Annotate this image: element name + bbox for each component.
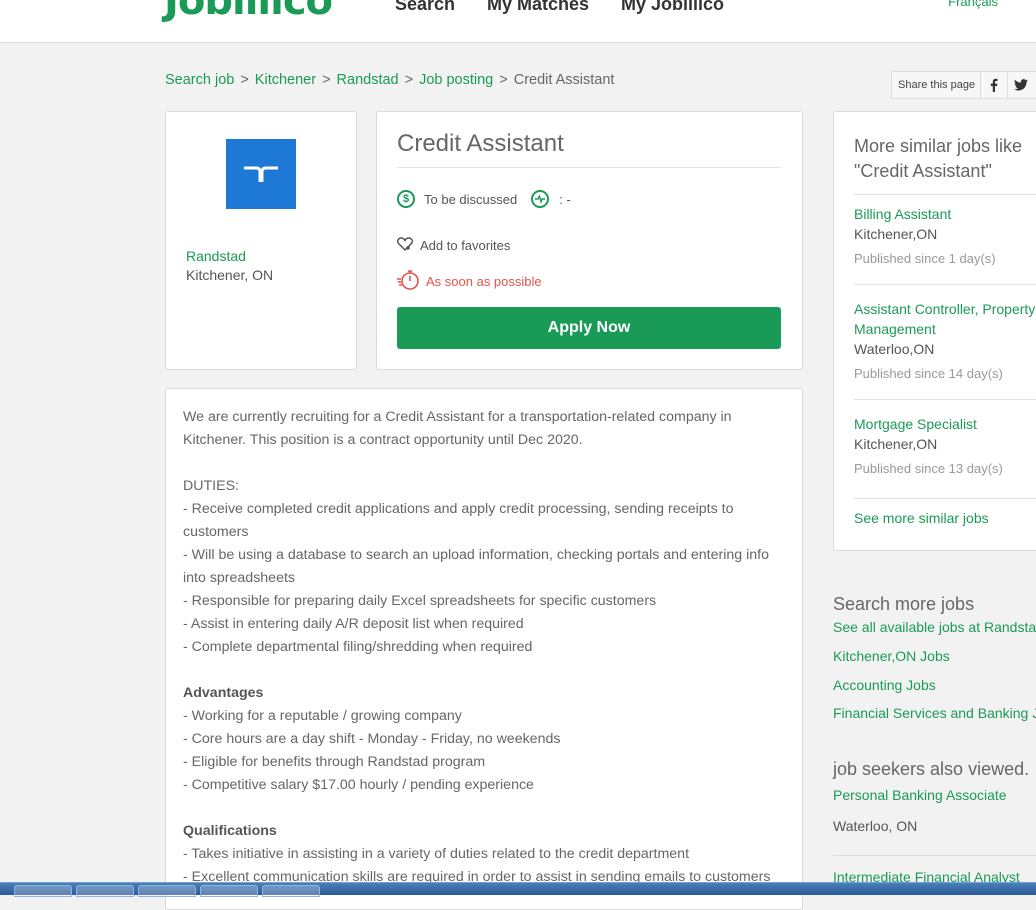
taskbar-app-button[interactable]	[76, 885, 134, 897]
similar-job-title[interactable]: Assistant Controller, Property Managemen…	[854, 299, 1036, 339]
duty-item: - Responsible for preparing daily Excel …	[183, 593, 657, 609]
taskbar-app-button[interactable]	[200, 885, 258, 897]
job-summary-card: Credit Assistant $ To be discussed : - A…	[376, 111, 803, 370]
job-title: Credit Assistant	[397, 130, 564, 157]
job-description-card: We are currently recruiting for a Credit…	[165, 388, 803, 910]
job-description: We are currently recruiting for a Credit…	[183, 406, 783, 889]
search-more-link[interactable]: Accounting Jobs	[833, 677, 936, 693]
job-meta-row: $ To be discussed : -	[397, 190, 571, 208]
search-more-title: Search more jobs	[833, 594, 975, 614]
divider	[854, 498, 1036, 499]
similar-jobs-title: More similar jobs like "Credit Assistant…	[854, 136, 1023, 181]
facebook-icon[interactable]	[980, 72, 1007, 98]
description-intro: We are currently recruiting for a Credit…	[183, 409, 732, 448]
duty-item: - Assist in entering daily A/R deposit l…	[183, 616, 524, 632]
advantage-item: - Core hours are a day shift - Monday - …	[183, 731, 561, 747]
search-more-link[interactable]: Financial Services and Banking Jobs	[833, 705, 1036, 721]
duty-item: - Receive completed credit applications …	[183, 501, 734, 540]
favorites-label: Add to favorites	[420, 238, 511, 253]
taskbar-app-button[interactable]	[138, 885, 196, 897]
taskbar-app-button[interactable]	[262, 885, 320, 897]
similar-job-title[interactable]: Mortgage Specialist	[854, 414, 1036, 434]
stopwatch-icon	[397, 269, 421, 294]
duty-item: - Will be using a database to search an …	[183, 547, 769, 586]
divider	[833, 855, 1036, 856]
similar-job-published: Published since 1 day(s)	[854, 251, 996, 266]
similar-job-published: Published since 13 day(s)	[854, 461, 1003, 476]
qualification-item: - Takes initiative in assisting in a var…	[183, 846, 690, 862]
see-more-similar-link[interactable]: See more similar jobs	[854, 510, 989, 526]
company-location: Kitchener, ON	[186, 267, 274, 283]
search-more-link[interactable]: Kitchener,ON Jobs	[833, 648, 950, 664]
hours-icon	[531, 190, 550, 208]
salary-icon: $	[397, 190, 415, 208]
similar-jobs-card: More similar jobs like "Credit Assistant…	[833, 111, 1036, 551]
search-more-link[interactable]: See all available jobs at Randstad	[833, 619, 1036, 635]
breadcrumb-current: Credit Assistant	[513, 72, 615, 88]
advantage-item: - Working for a reputable / growing comp…	[183, 708, 462, 724]
also-viewed-job-title[interactable]: Personal Banking Associate	[833, 787, 1007, 803]
share-bar: Share this page	[891, 71, 1036, 99]
similar-job-item: Mortgage Specialist Kitchener,ON Publish…	[854, 414, 1036, 479]
nav-search[interactable]: Search	[395, 0, 455, 15]
similar-job-location: Kitchener,ON	[854, 226, 938, 242]
similar-job-location: Waterloo,ON	[854, 341, 935, 357]
advantage-item: - Eligible for benefits through Randstad…	[183, 754, 486, 770]
also-viewed-title: job seekers also viewed.	[833, 759, 1030, 779]
os-taskbar	[0, 882, 1036, 897]
language-switch[interactable]: Français	[948, 0, 998, 9]
twitter-icon[interactable]	[1007, 72, 1034, 98]
site-logo[interactable]: Jobillico	[164, 0, 333, 24]
advantage-item: - Competitive salary $17.00 hourly / pen…	[183, 777, 534, 793]
site-header: Jobillico Search My Matches My Jobillico…	[0, 0, 1036, 43]
start-date-row: As soon as possible	[397, 269, 542, 294]
breadcrumb-job-posting[interactable]: Job posting	[419, 72, 493, 88]
add-to-favorites[interactable]: Add to favorites	[397, 237, 510, 254]
divider	[854, 194, 1036, 195]
divider	[854, 399, 1036, 400]
similar-job-item: Assistant Controller, Property Managemen…	[854, 299, 1036, 384]
similar-job-location: Kitchener,ON	[854, 436, 938, 452]
duties-heading: DUTIES:	[183, 478, 239, 494]
divider	[397, 167, 781, 168]
advantages-heading: Advantages	[183, 685, 264, 701]
nav-my-matches[interactable]: My Matches	[487, 0, 589, 15]
heart-icon	[397, 237, 413, 254]
similar-job-published: Published since 14 day(s)	[854, 366, 1003, 381]
duty-item: - Complete departmental filing/shredding…	[183, 639, 533, 655]
start-date-text: As soon as possible	[426, 274, 542, 289]
qualifications-heading: Qualifications	[183, 823, 277, 839]
breadcrumb-company[interactable]: Randstad	[337, 72, 399, 88]
company-name[interactable]: Randstad	[186, 248, 246, 264]
similar-job-item: Billing Assistant Kitchener,ON Published…	[854, 204, 1036, 269]
breadcrumb-city[interactable]: Kitchener	[255, 72, 316, 88]
apply-now-button[interactable]: Apply Now	[397, 307, 781, 349]
similar-job-title[interactable]: Billing Assistant	[854, 204, 1036, 224]
divider	[854, 284, 1036, 285]
company-card: Randstad Kitchener, ON	[165, 111, 357, 370]
nav-my-jobillico[interactable]: My Jobillico	[621, 0, 724, 15]
also-viewed-job-location: Waterloo, ON	[833, 818, 918, 834]
salary-text: To be discussed	[424, 191, 518, 207]
share-label: Share this page	[898, 79, 976, 91]
hours-text: : -	[559, 191, 571, 207]
taskbar-app-button[interactable]	[14, 885, 72, 897]
company-logo[interactable]	[226, 139, 296, 209]
breadcrumb-search-job[interactable]: Search job	[165, 72, 234, 88]
breadcrumb: Search job > Kitchener > Randstad > Job postin…	[165, 72, 615, 88]
